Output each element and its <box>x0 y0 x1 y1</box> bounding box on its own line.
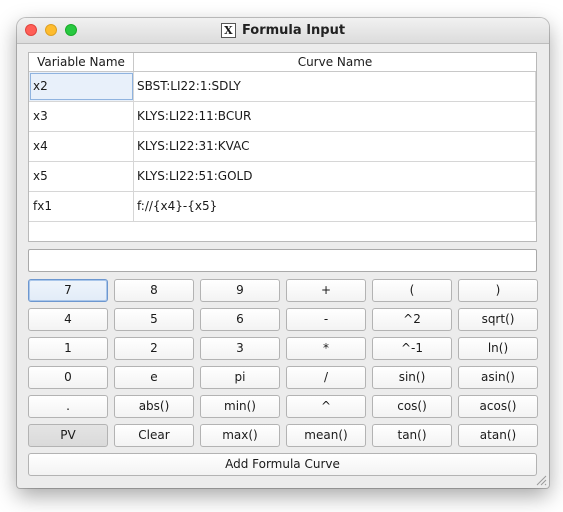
variable-name-cell[interactable]: x2 <box>29 72 134 101</box>
key-multiply-button[interactable]: * <box>286 337 366 360</box>
formula-input-window: X Formula Input Variable Name Curve Name… <box>17 18 549 488</box>
resize-grip-icon[interactable] <box>536 475 547 486</box>
key-sqrt-button[interactable]: sqrt() <box>458 308 538 331</box>
key-e-button[interactable]: e <box>114 366 194 389</box>
table-row[interactable]: x4 KLYS:LI22:31:KVAC <box>29 132 535 162</box>
key-max-button[interactable]: max() <box>200 424 280 447</box>
formula-input-field[interactable] <box>28 249 537 272</box>
key-tan-button[interactable]: tan() <box>372 424 452 447</box>
keypad-row: 1 2 3 * ^-1 ln() <box>28 337 538 360</box>
key-open-paren-button[interactable]: ( <box>372 279 452 302</box>
keypad-row: 7 8 9 + ( ) <box>28 279 538 302</box>
variable-name-cell[interactable]: x5 <box>29 162 134 191</box>
curve-name-cell[interactable]: KLYS:LI22:11:BCUR <box>134 102 535 131</box>
key-decimal-button[interactable]: . <box>28 395 108 418</box>
key-sin-button[interactable]: sin() <box>372 366 452 389</box>
key-5-button[interactable]: 5 <box>114 308 194 331</box>
variable-name-cell[interactable]: x3 <box>29 102 134 131</box>
keypad-row: PV Clear max() mean() tan() atan() <box>28 424 538 447</box>
keypad-row: . abs() min() ^ cos() acos() <box>28 395 538 418</box>
curve-table: Variable Name Curve Name x2 SBST:LI22:1:… <box>28 52 537 242</box>
key-asin-button[interactable]: asin() <box>458 366 538 389</box>
key-atan-button[interactable]: atan() <box>458 424 538 447</box>
table-row[interactable]: fx1 f://{x4}-{x5} <box>29 192 535 222</box>
key-abs-button[interactable]: abs() <box>114 395 194 418</box>
table-body: x2 SBST:LI22:1:SDLY x3 KLYS:LI22:11:BCUR… <box>29 72 536 222</box>
key-8-button[interactable]: 8 <box>114 279 194 302</box>
x11-app-icon: X <box>220 23 236 38</box>
formula-keypad: 7 8 9 + ( ) 4 5 6 - ^2 sqrt() 1 2 3 * ^-… <box>28 279 538 453</box>
variable-name-cell[interactable]: x4 <box>29 132 134 161</box>
key-inverse-button[interactable]: ^-1 <box>372 337 452 360</box>
key-pi-button[interactable]: pi <box>200 366 280 389</box>
key-power-button[interactable]: ^ <box>286 395 366 418</box>
key-4-button[interactable]: 4 <box>28 308 108 331</box>
clear-button[interactable]: Clear <box>114 424 194 447</box>
key-9-button[interactable]: 9 <box>200 279 280 302</box>
key-plus-button[interactable]: + <box>286 279 366 302</box>
key-divide-button[interactable]: / <box>286 366 366 389</box>
table-row[interactable]: x5 KLYS:LI22:51:GOLD <box>29 162 535 192</box>
curve-name-cell[interactable]: KLYS:LI22:31:KVAC <box>134 132 535 161</box>
key-ln-button[interactable]: ln() <box>458 337 538 360</box>
table-header: Variable Name Curve Name <box>29 53 536 72</box>
curve-name-cell[interactable]: SBST:LI22:1:SDLY <box>134 72 535 101</box>
key-2-button[interactable]: 2 <box>114 337 194 360</box>
curve-name-cell[interactable]: f://{x4}-{x5} <box>134 192 535 221</box>
table-row[interactable]: x3 KLYS:LI22:11:BCUR <box>29 102 535 132</box>
key-square-button[interactable]: ^2 <box>372 308 452 331</box>
key-0-button[interactable]: 0 <box>28 366 108 389</box>
curve-name-cell[interactable]: KLYS:LI22:51:GOLD <box>134 162 535 191</box>
add-formula-curve-button[interactable]: Add Formula Curve <box>28 453 537 476</box>
keypad-row: 4 5 6 - ^2 sqrt() <box>28 308 538 331</box>
title-bar[interactable]: X Formula Input <box>17 18 549 44</box>
key-pv-button[interactable]: PV <box>28 424 108 447</box>
table-row[interactable]: x2 SBST:LI22:1:SDLY <box>29 72 535 102</box>
key-acos-button[interactable]: acos() <box>458 395 538 418</box>
key-1-button[interactable]: 1 <box>28 337 108 360</box>
title-wrap: X Formula Input <box>17 18 549 43</box>
key-3-button[interactable]: 3 <box>200 337 280 360</box>
column-header-curve-name[interactable]: Curve Name <box>134 53 536 71</box>
key-min-button[interactable]: min() <box>200 395 280 418</box>
variable-name-cell[interactable]: fx1 <box>29 192 134 221</box>
column-header-variable-name[interactable]: Variable Name <box>29 53 134 71</box>
window-title: Formula Input <box>241 23 346 38</box>
key-minus-button[interactable]: - <box>286 308 366 331</box>
keypad-row: 0 e pi / sin() asin() <box>28 366 538 389</box>
key-cos-button[interactable]: cos() <box>372 395 452 418</box>
key-mean-button[interactable]: mean() <box>286 424 366 447</box>
key-close-paren-button[interactable]: ) <box>458 279 538 302</box>
key-6-button[interactable]: 6 <box>200 308 280 331</box>
key-7-button[interactable]: 7 <box>28 279 108 302</box>
